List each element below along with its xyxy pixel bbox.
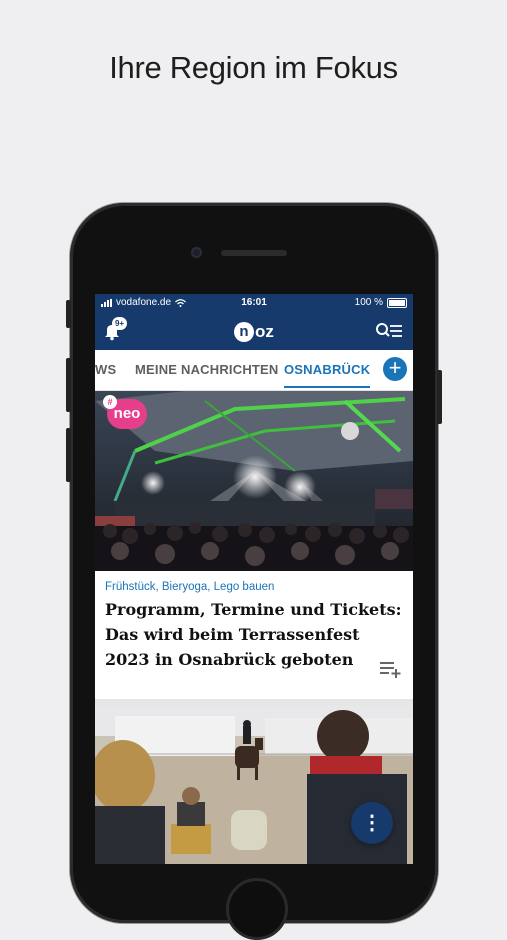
side-button-power (437, 370, 442, 424)
article-kicker: Frühstück, Bieryoga, Lego bauen (105, 581, 275, 593)
feed-divider (95, 699, 413, 706)
article-title[interactable]: Programm, Termine und Tickets: Das wird … (105, 597, 405, 672)
category-tabs: WS MEINE NACHRICHTEN OSNABRÜCK + (95, 350, 413, 391)
notification-badge: 9+ (112, 317, 127, 330)
front-camera (191, 247, 202, 258)
logo-letter: n (234, 322, 254, 342)
article-teaser[interactable]: Frühstück, Bieryoga, Lego bauen Programm… (95, 571, 413, 699)
tab-news[interactable]: WS (95, 362, 116, 377)
search-list-icon[interactable] (375, 321, 403, 341)
battery-percent: 100 % (354, 297, 383, 308)
side-button-volume-up (66, 358, 71, 412)
watchlist-add-icon[interactable] (379, 661, 403, 679)
more-actions-fab[interactable]: ⋮ (351, 802, 393, 844)
tab-osnabrueck[interactable]: OSNABRÜCK (284, 362, 371, 388)
tab-meine-nachrichten[interactable]: MEINE NACHRICHTEN (135, 362, 279, 377)
add-tab-button[interactable]: + (383, 357, 407, 381)
battery-icon (387, 297, 407, 308)
earpiece-speaker (221, 250, 287, 256)
side-button-mute (66, 300, 71, 328)
status-bar: vodafone.de 16:01 100 % (95, 294, 413, 312)
promo-headline: Ihre Region im Fokus (109, 50, 398, 85)
noz-logo[interactable]: n oz (234, 321, 274, 343)
home-button[interactable] (226, 878, 288, 940)
hero-image[interactable]: neo # (95, 391, 413, 571)
app-bar: 9+ n oz (95, 312, 413, 350)
phone-screen: vodafone.de 16:01 100 % 9+ n oz WS MEINE… (95, 294, 413, 864)
neo-hash-badge: # (103, 395, 117, 409)
side-button-volume-down (66, 428, 71, 482)
logo-rest: oz (255, 322, 274, 341)
